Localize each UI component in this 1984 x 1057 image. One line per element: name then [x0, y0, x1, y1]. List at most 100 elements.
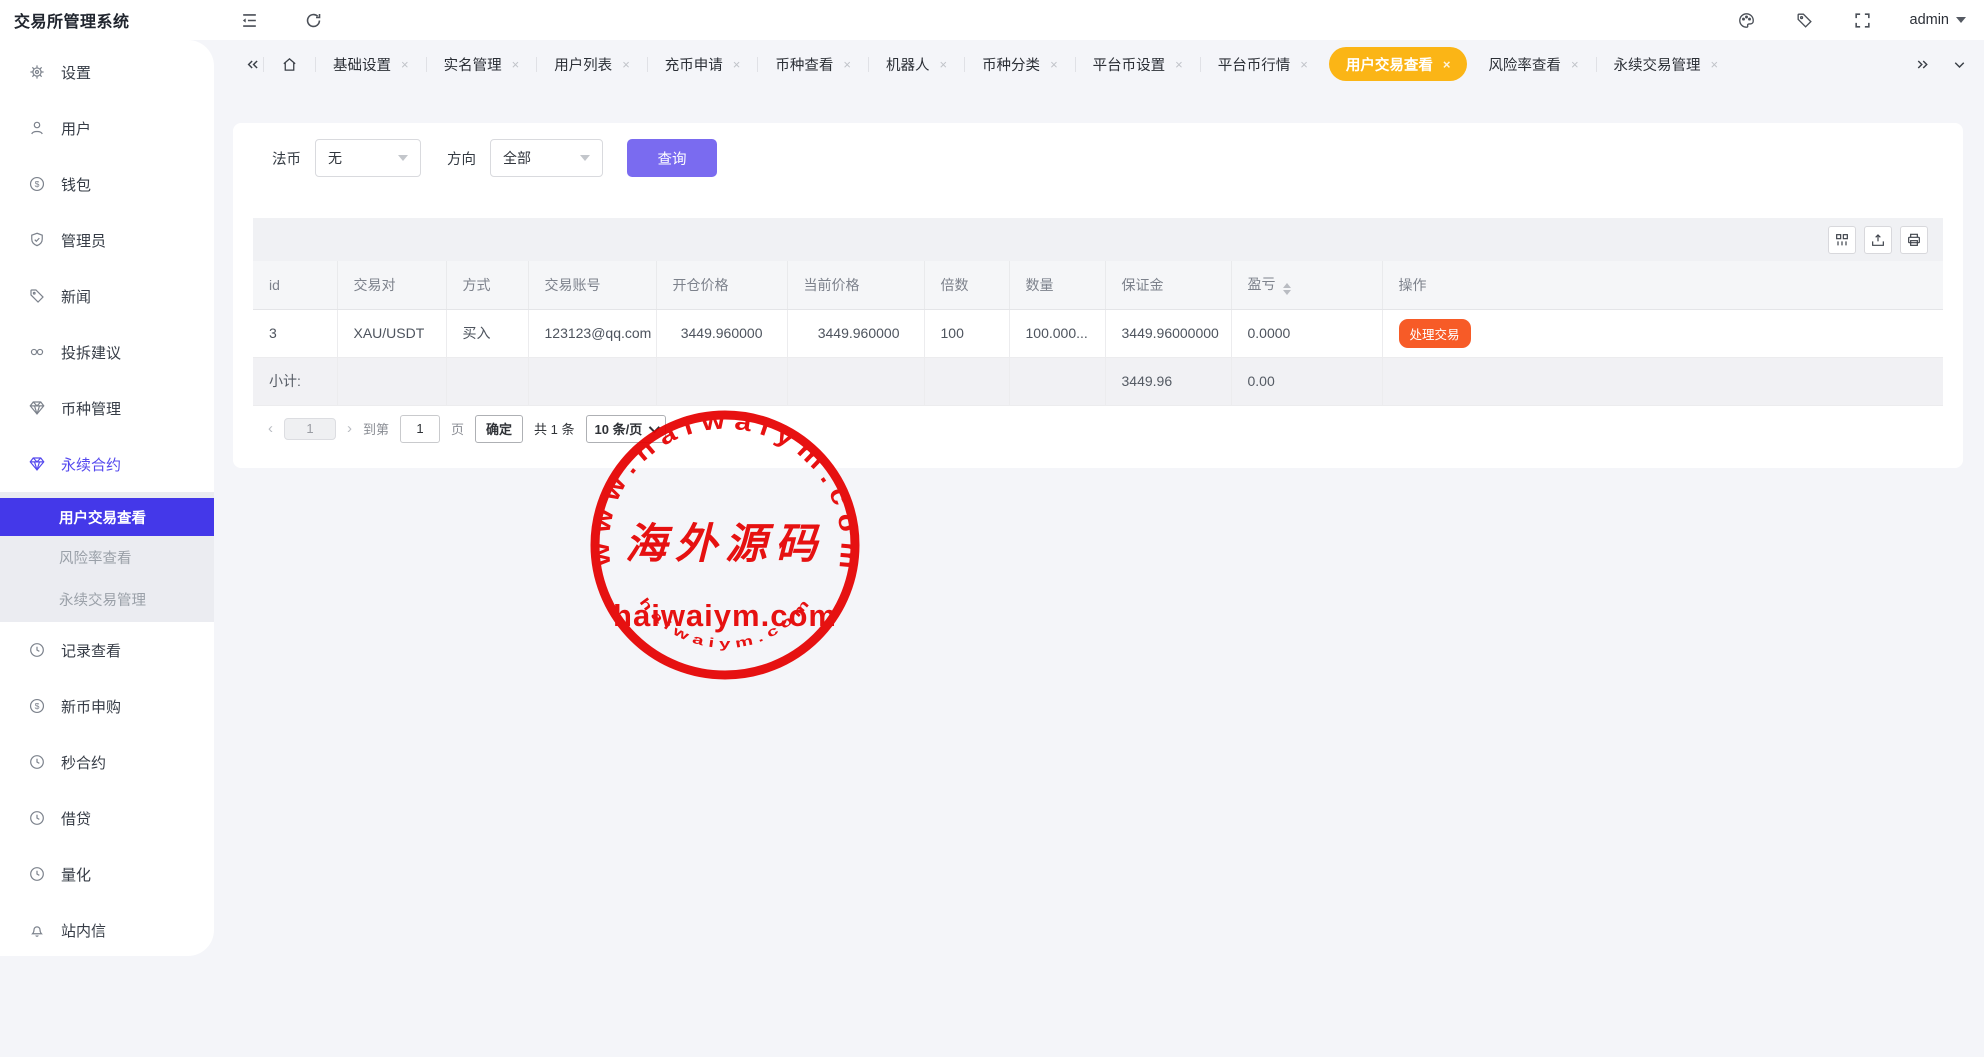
confirm-button[interactable]: 确定	[475, 415, 523, 443]
sidebar-subitem-user-trades[interactable]: 用户交易查看	[0, 498, 214, 536]
tabs-menu-chevron-icon[interactable]	[1951, 56, 1968, 73]
tab-item-active[interactable]: 用户交易查看×	[1329, 47, 1468, 81]
fullscreen-icon[interactable]	[1852, 9, 1874, 31]
close-icon[interactable]: ×	[401, 58, 409, 71]
tabs-scroll-left-icon[interactable]	[244, 56, 261, 73]
goto-page-input[interactable]	[400, 415, 440, 443]
close-icon[interactable]: ×	[1300, 58, 1308, 71]
search-button[interactable]: 查询	[627, 139, 717, 177]
close-icon[interactable]: ×	[512, 58, 520, 71]
export-icon[interactable]	[1864, 226, 1892, 254]
sidebar-item-lending[interactable]: 借贷	[0, 790, 214, 846]
tab-item[interactable]: 实名管理×	[429, 40, 535, 88]
theme-palette-icon[interactable]	[1736, 9, 1758, 31]
watermark-bottom-text: h a i w a i y m . c o m	[637, 595, 812, 651]
columns-icon[interactable]	[1828, 226, 1856, 254]
direction-label: 方向	[447, 148, 476, 169]
close-icon[interactable]: ×	[1443, 58, 1451, 71]
fiat-select[interactable]: 无	[315, 139, 421, 177]
cell-account: 123123@qq.com	[528, 309, 656, 357]
tab-home[interactable]	[266, 40, 313, 88]
page-size-select[interactable]: 10 条/页	[586, 415, 667, 443]
sidebar-item-label: 投拆建议	[61, 342, 121, 363]
col-id: id	[253, 261, 337, 309]
sidebar-item-label: 站内信	[61, 920, 106, 941]
total-count: 共 1 条	[534, 419, 574, 438]
svg-text:h a i w a i y m . c o m: h a i w a i y m . c o m	[637, 595, 812, 651]
sidebar-toggle-icon[interactable]	[238, 9, 260, 31]
close-icon[interactable]: ×	[939, 58, 947, 71]
close-icon[interactable]: ×	[1571, 58, 1579, 71]
sort-icon[interactable]	[1283, 283, 1291, 295]
dollar-circle-icon: $	[28, 697, 46, 715]
trades-table: id 交易对 方式 交易账号 开仓价格 当前价格 倍数 数量 保证金 盈亏 操作…	[253, 261, 1943, 406]
divider	[263, 57, 264, 72]
cell-id: 3	[253, 309, 337, 357]
sidebar-subitem-perpetual-manage[interactable]: 永续交易管理	[0, 578, 214, 620]
sidebar-item-records[interactable]: 记录查看	[0, 622, 214, 678]
chevron-down-icon	[398, 155, 408, 161]
tab-item[interactable]: 平台币设置×	[1078, 40, 1198, 88]
divider	[315, 57, 316, 72]
bell-icon	[28, 921, 46, 939]
subtotal-label: 小计:	[253, 357, 337, 405]
direction-select[interactable]: 全部	[490, 139, 603, 177]
divider	[647, 57, 648, 72]
close-icon[interactable]: ×	[733, 58, 741, 71]
close-icon[interactable]: ×	[843, 58, 851, 71]
divider	[1075, 57, 1076, 72]
tab-item[interactable]: 币种分类×	[967, 40, 1073, 88]
tab-item[interactable]: 永续交易管理×	[1599, 40, 1734, 88]
sidebar-item-label: 秒合约	[61, 752, 106, 773]
subtotal-margin: 3449.96	[1105, 357, 1231, 405]
gem-icon	[28, 399, 46, 417]
sidebar-item-coin-manage[interactable]: 币种管理	[0, 380, 214, 436]
close-icon[interactable]: ×	[1711, 58, 1719, 71]
tab-item[interactable]: 机器人×	[871, 40, 962, 88]
svg-text:$: $	[35, 179, 40, 189]
sidebar-item-label: 记录查看	[61, 640, 121, 661]
next-page-icon[interactable]: ›	[347, 420, 352, 437]
tab-item[interactable]: 平台币行情×	[1203, 40, 1323, 88]
sidebar-item-mail[interactable]: 站内信	[0, 902, 214, 958]
tab-item[interactable]: 基础设置×	[318, 40, 424, 88]
sidebar-item-feedback[interactable]: 投拆建议	[0, 324, 214, 380]
sidebar-item-new-coin[interactable]: $ 新币申购	[0, 678, 214, 734]
fiat-label: 法币	[272, 148, 301, 169]
tag-icon[interactable]	[1794, 9, 1816, 31]
tab-item[interactable]: 用户列表×	[539, 40, 645, 88]
sidebar-item-settings[interactable]: 设置	[0, 44, 214, 100]
infinity-icon	[28, 343, 46, 361]
page-number[interactable]: 1	[284, 418, 336, 440]
cell-leverage: 100	[924, 309, 1009, 357]
printer-icon[interactable]	[1900, 226, 1928, 254]
subtotal-row: 小计: 3449.96 0.00	[253, 357, 1943, 405]
sidebar-subitem-risk-rate[interactable]: 风险率查看	[0, 536, 214, 578]
tab-item[interactable]: 风险率查看×	[1473, 40, 1593, 88]
cell-side: 买入	[446, 309, 528, 357]
sidebar-item-users[interactable]: 用户	[0, 100, 214, 156]
col-account: 交易账号	[528, 261, 656, 309]
close-icon[interactable]: ×	[622, 58, 630, 71]
username: admin	[1910, 12, 1950, 28]
sidebar-item-perpetual[interactable]: 永续合约	[0, 436, 214, 492]
sidebar-item-news[interactable]: 新闻	[0, 268, 214, 324]
sidebar-item-admins[interactable]: 管理员	[0, 212, 214, 268]
divider	[964, 57, 965, 72]
tab-item[interactable]: 币种查看×	[760, 40, 866, 88]
sidebar-item-wallet[interactable]: $ 钱包	[0, 156, 214, 212]
table-header-row: id 交易对 方式 交易账号 开仓价格 当前价格 倍数 数量 保证金 盈亏 操作	[253, 261, 1943, 309]
tab-item[interactable]: 充币申请×	[650, 40, 756, 88]
cell-current-price: 3449.960000	[787, 309, 924, 357]
refresh-icon[interactable]	[302, 9, 324, 31]
prev-page-icon[interactable]: ‹	[268, 420, 273, 437]
close-icon[interactable]: ×	[1175, 58, 1183, 71]
tabs-scroll-right-icon[interactable]	[1914, 56, 1931, 73]
sidebar-item-label: 借贷	[61, 808, 91, 829]
gear-icon	[28, 63, 46, 81]
close-icon[interactable]: ×	[1050, 58, 1058, 71]
user-menu[interactable]: admin	[1910, 12, 1967, 28]
sidebar-item-second-contract[interactable]: 秒合约	[0, 734, 214, 790]
sidebar-item-quant[interactable]: 量化	[0, 846, 214, 902]
process-trade-button[interactable]: 处理交易	[1399, 319, 1471, 348]
